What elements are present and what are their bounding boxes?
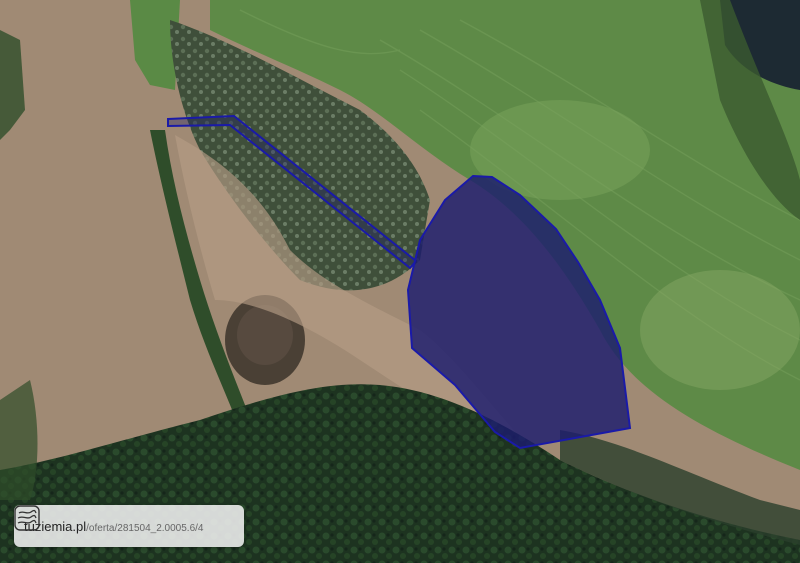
watermark-path: /oferta/281504_2.0005.6/4 [86, 522, 204, 534]
watermark-text: tuziemia.pl/oferta/281504_2.0005.6/4 [24, 519, 203, 534]
topographic-map-icon [14, 505, 40, 531]
satellite-imagery [0, 0, 800, 563]
watermark-badge[interactable]: tuziemia.pl/oferta/281504_2.0005.6/4 [14, 505, 244, 547]
map-view[interactable]: tuziemia.pl/oferta/281504_2.0005.6/4 [0, 0, 800, 563]
